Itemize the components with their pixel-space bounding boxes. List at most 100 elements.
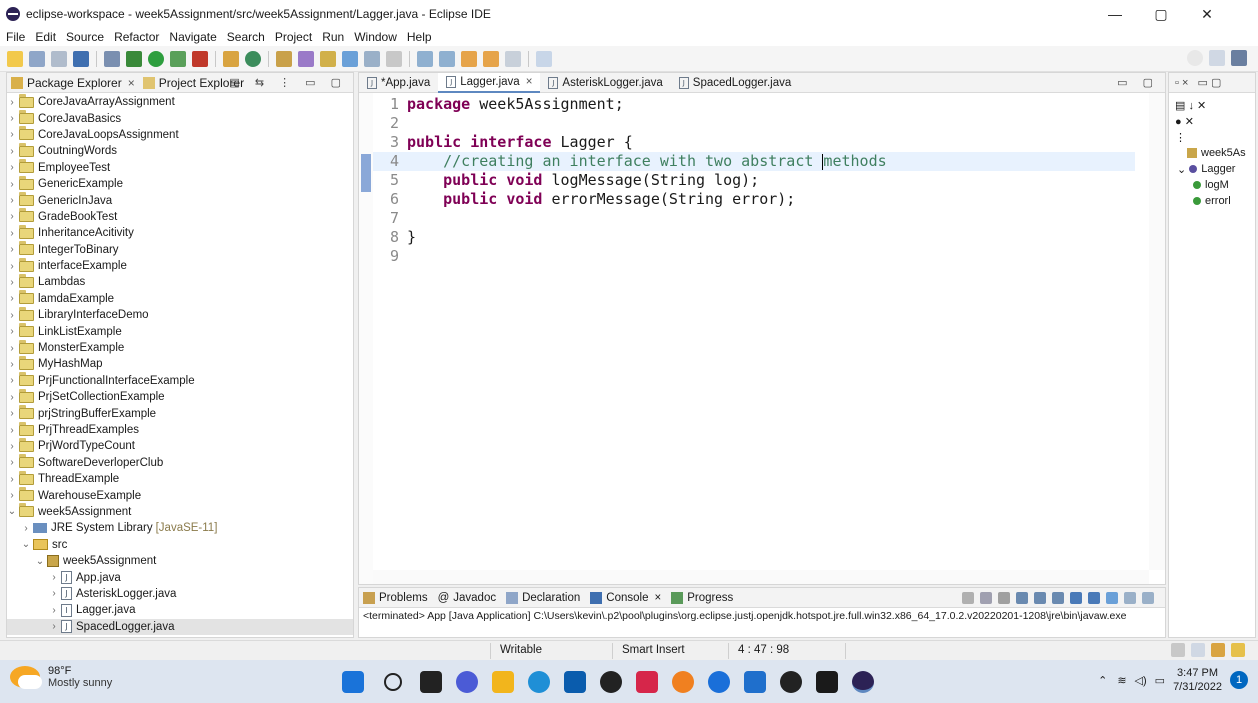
chevron-right-icon[interactable]: ›	[7, 343, 17, 354]
menu-edit[interactable]: Edit	[35, 30, 56, 44]
outline-item-interface[interactable]: ⌄ Lagger	[1169, 161, 1255, 177]
weather-widget[interactable]: 98°F Mostly sunny	[10, 665, 112, 689]
chevron-right-icon[interactable]: ›	[7, 490, 17, 501]
pin-editor-icon[interactable]	[536, 50, 552, 67]
open-declaration-icon[interactable]	[1171, 643, 1185, 657]
maximize-button[interactable]: ▢	[1138, 0, 1184, 28]
view-menu-icons[interactable]: ▤ ⇆ ⋮ ▭ ▢	[229, 76, 347, 89]
remove-all-icon[interactable]	[998, 592, 1010, 604]
tree-item[interactable]: › CoreJavaArrayAssignment	[7, 93, 353, 110]
debug-icon[interactable]	[126, 50, 142, 67]
console-status-icon[interactable]	[1191, 643, 1205, 657]
save-all-icon[interactable]	[51, 50, 67, 67]
tree-item[interactable]: › IntegerToBinary	[7, 241, 353, 258]
tree-item[interactable]: › GradeBookTest	[7, 208, 353, 225]
tab-package-explorer[interactable]: Package Explorer ×	[11, 76, 135, 90]
tree-item[interactable]: › GenericExample	[7, 175, 353, 192]
tree-item-file[interactable]: › J App.java	[7, 569, 353, 585]
chevron-down-icon[interactable]: ⌄	[7, 506, 17, 517]
new-class-icon[interactable]	[245, 50, 261, 67]
mark-occurrences-icon[interactable]	[342, 50, 358, 67]
tree-item-file[interactable]: › J AsteriskLogger.java	[7, 586, 353, 602]
forward-icon[interactable]	[505, 50, 521, 67]
chevron-down-icon[interactable]: ⌄	[21, 539, 31, 550]
tree-item[interactable]: › Lambdas	[7, 273, 353, 290]
clear-console-icon[interactable]	[1016, 592, 1028, 604]
menu-refactor[interactable]: Refactor	[114, 30, 159, 44]
tab-asterisklogger-java[interactable]: J AsteriskLogger.java	[540, 73, 670, 93]
tree-item-jre[interactable]: › JRE System Library [JavaSE-11]	[7, 520, 353, 536]
code-area[interactable]: 1 package week5Assignment; 2 3 public inte…	[359, 93, 1165, 584]
menu-window[interactable]: Window	[354, 30, 397, 44]
chevron-right-icon[interactable]: ›	[7, 146, 17, 157]
outline-view-controls[interactable]: ▫ × ▭ ▢	[1175, 76, 1221, 89]
run-icon[interactable]	[148, 50, 164, 67]
open-type-icon[interactable]	[276, 50, 292, 67]
open-perspective-icon[interactable]	[1209, 50, 1225, 66]
coverage-icon[interactable]	[170, 50, 186, 67]
tree-item[interactable]: › PrjSetCollectionExample	[7, 388, 353, 405]
firefox-icon[interactable]	[672, 671, 694, 693]
whitespace-icon[interactable]	[386, 50, 402, 67]
chevron-right-icon[interactable]: ›	[7, 441, 17, 452]
outline-toolbar[interactable]: ⋮	[1169, 129, 1255, 145]
tree-item[interactable]: › EmployeeTest	[7, 159, 353, 176]
previous-annotation-icon[interactable]	[439, 50, 455, 67]
eclipse-taskbar-icon[interactable]	[852, 671, 874, 693]
tab-console[interactable]: Console ×	[590, 591, 661, 604]
tree-item[interactable]: › InheritanceAcitivity	[7, 224, 353, 241]
last-edit-icon[interactable]	[461, 50, 477, 67]
status-insert-mode[interactable]: Smart Insert	[622, 644, 685, 656]
notification-badge[interactable]: 1	[1230, 671, 1248, 689]
tree-item-package[interactable]: ⌄ week5Assignment	[7, 553, 353, 569]
chevron-right-icon[interactable]: ›	[7, 326, 17, 337]
tree-item-src[interactable]: ⌄ src	[7, 537, 353, 553]
tab-app-java[interactable]: J *App.java	[359, 73, 438, 93]
tree-item[interactable]: › GenericInJava	[7, 192, 353, 208]
tab-lagger-java[interactable]: J Lagger.java ×	[438, 72, 541, 93]
chevron-right-icon[interactable]: ›	[7, 97, 17, 108]
search-icon[interactable]	[1187, 50, 1203, 66]
word-wrap-icon[interactable]	[1052, 592, 1064, 604]
word-icon[interactable]	[744, 671, 766, 693]
chevron-right-icon[interactable]: ›	[49, 621, 59, 632]
chevron-right-icon[interactable]: ›	[7, 425, 17, 436]
external-tools-icon[interactable]	[192, 50, 208, 67]
chevron-right-icon[interactable]: ›	[7, 113, 17, 124]
skip-breakpoints-icon[interactable]	[104, 50, 120, 67]
slack-icon[interactable]	[780, 671, 802, 693]
chevron-up-icon[interactable]: ⌃	[1098, 674, 1107, 687]
remove-launch-icon[interactable]	[980, 592, 992, 604]
minimize-button[interactable]: —	[1092, 0, 1138, 28]
outline-item-method[interactable]: errorl	[1169, 193, 1255, 209]
chevron-right-icon[interactable]: ›	[7, 162, 17, 173]
chevron-right-icon[interactable]: ›	[7, 129, 17, 140]
tree-item-file-selected[interactable]: › J SpacedLogger.java	[7, 618, 353, 635]
chevron-right-icon[interactable]: ›	[7, 277, 17, 288]
tree-item[interactable]: › LinkListExample	[7, 323, 353, 339]
new-icon[interactable]	[7, 50, 23, 67]
chevron-right-icon[interactable]: ›	[21, 523, 31, 534]
tree-item[interactable]: › MyHashMap	[7, 355, 353, 372]
start-icon[interactable]	[342, 671, 364, 693]
menu-project[interactable]: Project	[275, 30, 312, 44]
chevron-right-icon[interactable]: ›	[7, 392, 17, 403]
show-stderr-icon[interactable]	[1088, 592, 1100, 604]
display-console-icon[interactable]	[1124, 592, 1136, 604]
chevron-right-icon[interactable]: ›	[7, 244, 17, 255]
vertical-scrollbar[interactable]	[1149, 93, 1165, 570]
edge-icon[interactable]	[528, 671, 550, 693]
menu-navigate[interactable]: Navigate	[169, 30, 216, 44]
horizontal-scrollbar[interactable]	[373, 570, 1149, 584]
pocket-icon[interactable]	[636, 671, 658, 693]
chevron-right-icon[interactable]: ›	[7, 293, 17, 304]
battery-icon[interactable]: ▭	[1155, 674, 1165, 687]
pin-console-icon[interactable]	[1106, 592, 1118, 604]
tree-item[interactable]: › WarehouseExample	[7, 487, 353, 503]
chevron-right-icon[interactable]: ›	[7, 310, 17, 321]
chevron-right-icon[interactable]: ›	[49, 588, 59, 599]
chevron-right-icon[interactable]: ›	[7, 211, 17, 222]
tree-item[interactable]: › CoreJavaLoopsAssignment	[7, 126, 353, 143]
outline-item-method[interactable]: logM	[1169, 177, 1255, 193]
tree-item[interactable]: › PrjThreadExamples	[7, 421, 353, 438]
